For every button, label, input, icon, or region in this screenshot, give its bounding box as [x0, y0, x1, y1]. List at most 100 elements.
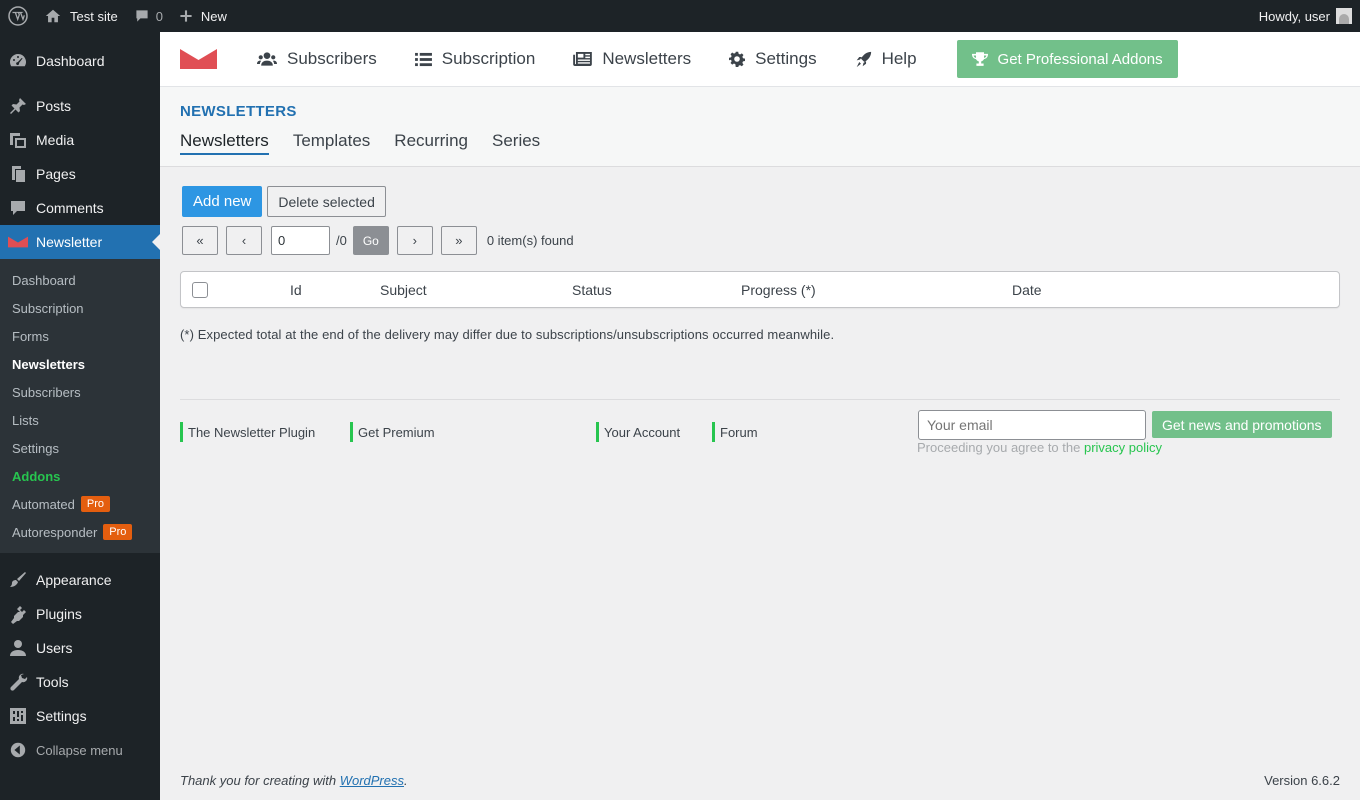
menu-dashboard[interactable]: Dashboard — [0, 44, 160, 78]
greeting: Howdy, user — [1258, 8, 1330, 24]
menu-newsletter[interactable]: Newsletter — [0, 225, 160, 259]
page-number-input[interactable] — [271, 226, 330, 255]
get-news-button[interactable]: Get news and promotions — [1152, 411, 1332, 438]
tab-newsletters[interactable]: Newsletters — [180, 131, 269, 155]
menu-label: Plugins — [36, 606, 82, 622]
menu-tools[interactable]: Tools — [0, 665, 160, 699]
plugin-icon — [8, 604, 28, 624]
select-all-checkbox[interactable] — [192, 282, 208, 298]
footer-link-account[interactable]: Your Account — [596, 422, 680, 442]
go-button[interactable]: Go — [352, 226, 389, 255]
menu-label: Media — [36, 132, 75, 148]
submenu-newsletters[interactable]: Newsletters — [0, 350, 160, 378]
comment-icon — [8, 198, 28, 218]
menu-appearance[interactable]: Appearance — [0, 563, 160, 597]
submenu-forms[interactable]: Forms — [0, 322, 160, 350]
dashboard-icon — [8, 51, 28, 71]
pro-badge: Pro — [80, 496, 110, 512]
wordpress-logo[interactable] — [0, 0, 36, 32]
page-total: /0 — [336, 233, 347, 248]
avatar — [1336, 8, 1352, 24]
submenu-dashboard[interactable]: Dashboard — [0, 266, 160, 294]
nav-help[interactable]: Help — [855, 49, 917, 69]
media-icon — [8, 130, 28, 150]
nav-label: Help — [881, 49, 917, 68]
menu-posts[interactable]: Posts — [0, 89, 160, 123]
nav-label: Settings — [755, 49, 817, 68]
comments-link[interactable]: 0 — [126, 0, 171, 32]
tab-series[interactable]: Series — [492, 131, 540, 155]
first-page-button[interactable]: « — [182, 226, 218, 255]
site-name-link[interactable]: Test site — [36, 0, 126, 32]
delete-selected-button[interactable]: Delete selected — [267, 186, 386, 217]
list-icon — [414, 52, 432, 66]
menu-label: Dashboard — [36, 53, 105, 69]
menu-comments[interactable]: Comments — [0, 191, 160, 225]
menu-plugins[interactable]: Plugins — [0, 597, 160, 631]
nav-newsletters[interactable]: Newsletters — [573, 49, 691, 69]
submenu-subscribers[interactable]: Subscribers — [0, 378, 160, 406]
newsletter-submenu: Dashboard Subscription Forms Newsletters… — [0, 259, 160, 553]
wrench-icon — [8, 672, 28, 692]
nav-label: Subscribers — [287, 49, 377, 68]
my-account[interactable]: Howdy, user — [1251, 0, 1360, 32]
nav-label: Newsletters — [602, 49, 692, 68]
menu-settings[interactable]: Settings — [0, 699, 160, 733]
submenu-addons[interactable]: Addons — [0, 462, 160, 490]
settings-icon — [8, 706, 28, 726]
get-professional-addons-button[interactable]: Get Professional Addons — [956, 40, 1178, 78]
nav-settings[interactable]: Settings — [729, 49, 817, 69]
nav-label: Subscription — [441, 49, 536, 68]
newsletter-icon — [8, 232, 28, 252]
menu-label: Posts — [36, 98, 72, 114]
tab-templates[interactable]: Templates — [293, 131, 370, 155]
footer-link-forum[interactable]: Forum — [712, 422, 758, 442]
menu-label: Appearance — [36, 572, 112, 588]
users-icon — [257, 52, 277, 66]
last-page-button[interactable]: » — [440, 226, 477, 255]
wp-version: Version 6.6.2 — [1264, 773, 1340, 788]
privacy-notice: Proceeding you agree to the privacy poli… — [917, 440, 1162, 455]
trophy-icon — [971, 51, 988, 66]
menu-label: Settings — [36, 708, 87, 724]
submenu-autoresponder[interactable]: Autoresponder Pro — [0, 518, 160, 546]
user-icon — [8, 638, 28, 658]
thanks-suffix: . — [404, 773, 408, 788]
next-page-button[interactable]: › — [396, 226, 433, 255]
menu-label: Tools — [36, 674, 69, 690]
submenu-lists[interactable]: Lists — [0, 406, 160, 434]
menu-media[interactable]: Media — [0, 123, 160, 157]
page-title: NEWSLETTERS — [180, 103, 297, 120]
pro-badge: Pro — [103, 524, 133, 540]
add-new-button[interactable]: Add new — [182, 186, 263, 217]
menu-label: Newsletter — [36, 234, 103, 250]
nav-subscription[interactable]: Subscription — [414, 49, 536, 69]
pagination: « ‹ /0 Go › » 0 item(s) found — [182, 226, 1340, 255]
column-status: Status — [572, 282, 612, 298]
privacy-policy-link[interactable]: privacy policy — [1084, 440, 1162, 455]
menu-pages[interactable]: Pages — [0, 157, 160, 191]
submenu-automated[interactable]: Automated Pro — [0, 490, 160, 518]
newsletter-email-input[interactable] — [918, 410, 1146, 440]
footer-link-plugin[interactable]: The Newsletter Plugin — [180, 422, 315, 442]
new-label: New — [200, 8, 227, 24]
actions-row: Add new Delete selected — [182, 186, 1340, 217]
footer-link-premium[interactable]: Get Premium — [350, 422, 435, 442]
new-content-link[interactable]: New — [171, 0, 235, 32]
menu-users[interactable]: Users — [0, 631, 160, 665]
comments-count: 0 — [155, 8, 163, 24]
newsletter-logo[interactable] — [180, 49, 217, 69]
page-heading: NEWSLETTERS Newsletters Templates Recurr… — [160, 87, 1360, 167]
wordpress-link[interactable]: WordPress — [340, 773, 404, 788]
submenu-subscription[interactable]: Subscription — [0, 294, 160, 322]
plugin-nav: Subscribers Subscription Newsletters Set… — [160, 32, 1360, 87]
tab-recurring[interactable]: Recurring — [394, 131, 468, 155]
collapse-menu-button[interactable]: Collapse menu — [0, 733, 160, 767]
submenu-label: Autoresponder — [12, 524, 98, 540]
cog-icon — [729, 51, 746, 67]
submenu-settings[interactable]: Settings — [0, 434, 160, 462]
wordpress-icon — [8, 6, 28, 26]
newspaper-icon — [573, 52, 593, 66]
nav-subscribers[interactable]: Subscribers — [257, 49, 377, 69]
prev-page-button[interactable]: ‹ — [226, 226, 262, 255]
